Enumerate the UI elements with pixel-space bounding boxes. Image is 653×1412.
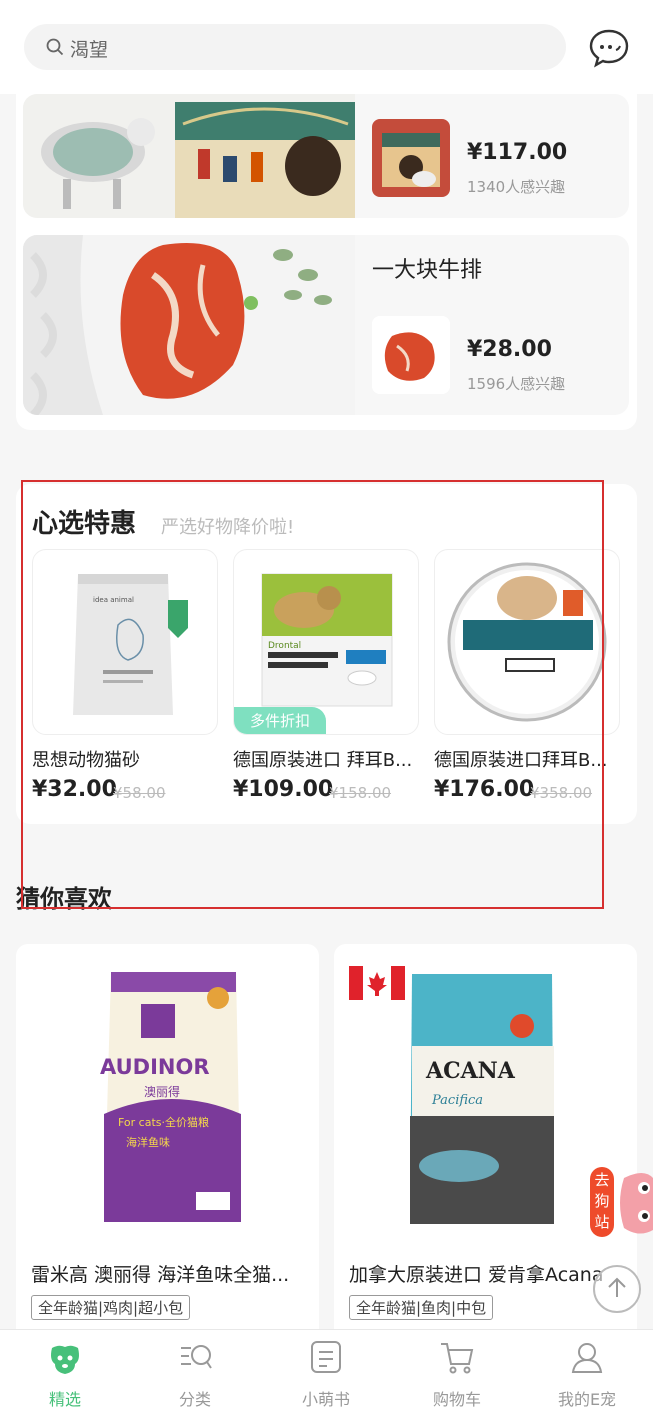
recommend-item-tag: 全年龄猫|鱼肉|中包 (349, 1295, 494, 1320)
category-icon (181, 1345, 212, 1369)
product-row[interactable]: 一大块牛排 ¥28.00 1596人感兴趣 (23, 235, 629, 415)
deal-item-original-price: ¥358.00 (530, 784, 593, 802)
recommend-card[interactable]: ACANA Pacifica 加拿大原装进口 爱肯拿Acana 全年龄猫|鱼肉|… (334, 944, 637, 1344)
deals-title: 心选特惠 (32, 509, 137, 539)
interest-count: 1596人感兴趣 (467, 375, 566, 393)
deal-badge: 多件折扣 (234, 707, 327, 734)
steak-toy-image (23, 235, 355, 415)
deal-item-name: 德国原装进口拜耳B... (434, 750, 608, 771)
search-icon (46, 38, 64, 56)
go-dog-station-button[interactable]: 去狗站 (590, 1167, 614, 1237)
product-price: ¥28.00 (467, 337, 552, 362)
deal-item-name: 德国原装进口 拜耳B... (233, 750, 413, 771)
tab-featured[interactable]: 精选 (0, 1330, 130, 1412)
deals-subtitle: 严选好物降价啦! (161, 517, 295, 538)
product-title: 一大块牛排 (372, 258, 483, 283)
deal-item-price: ¥176.00 (434, 777, 535, 802)
recommend-item-name: 雷米高 澳丽得 海洋鱼味全猫... (31, 1264, 290, 1286)
svg-text:Drontal: Drontal (268, 641, 301, 651)
tab-cart[interactable]: 购物车 (392, 1330, 522, 1412)
product-thumbnail (372, 316, 450, 394)
tab-category[interactable]: 分类 (130, 1330, 260, 1412)
top-bar: 渴望 (0, 0, 653, 94)
deal-item-image[interactable] (434, 549, 620, 735)
tab-label: 小萌书 (301, 1390, 350, 1409)
svg-text:idea animal: idea animal (93, 596, 134, 604)
tab-label: 我的E宠 (557, 1390, 617, 1409)
audinor-bag-image: AUDINOR 澳丽得 For cats·全价猫粮 海洋鱼味 (100, 972, 241, 1222)
for-cats-text: For cats·全价猫粮 (118, 1115, 209, 1129)
sub-text: Pacifica (431, 1093, 483, 1108)
brand-cn-text: 澳丽得 (144, 1084, 180, 1099)
deal-item-image[interactable]: idea animal (32, 549, 218, 735)
deal-item-original-price: ¥58.00 (113, 784, 166, 802)
arrow-up-icon (608, 1277, 626, 1297)
tab-label: 精选 (48, 1390, 81, 1409)
deal-item-name: 思想动物猫砂 (32, 750, 140, 771)
bottom-tab-bar: 精选 分类 小萌书 购物车 我的E宠 (0, 1329, 653, 1412)
product-row[interactable]: ¥117.00 1340人感兴趣 (23, 94, 629, 218)
tab-label: 分类 (178, 1390, 211, 1409)
mascot-icon[interactable] (614, 1168, 653, 1238)
deal-item-price: ¥109.00 (233, 777, 334, 802)
tab-profile[interactable]: 我的E宠 (522, 1330, 652, 1412)
guess-title: 猜你喜欢 (16, 885, 112, 913)
recommend-item-name: 加拿大原装进口 爱肯拿Acana (349, 1264, 604, 1286)
canada-flag-icon (349, 966, 405, 1000)
notebook-icon (311, 1341, 341, 1373)
product-thumbnail (372, 119, 450, 197)
recommend-item-tag: 全年龄猫|鸡肉|超小包 (31, 1295, 191, 1320)
go-dog-station-label: 去狗站 (594, 1171, 610, 1231)
acana-bag-image: ACANA Pacifica (410, 974, 554, 1224)
deal-item-price: ¥32.00 (32, 777, 117, 802)
recommend-card[interactable]: AUDINOR 澳丽得 For cats·全价猫粮 海洋鱼味 雷米高 澳丽得 海… (16, 944, 319, 1344)
search-input[interactable]: 渴望 (24, 24, 566, 70)
deal-item-image[interactable]: Drontal 多件折扣 (233, 549, 419, 735)
back-to-top-button[interactable] (593, 1265, 641, 1313)
flavor-text: 海洋鱼味 (126, 1135, 170, 1149)
brand-text: ACANA (425, 1058, 516, 1084)
cat-house-image (23, 94, 355, 218)
tab-label: 购物车 (432, 1390, 481, 1409)
dog-face-icon (51, 1345, 79, 1374)
deal-item-original-price: ¥158.00 (329, 784, 392, 802)
interest-count: 1340人感兴趣 (467, 178, 566, 196)
tab-notebook[interactable]: 小萌书 (261, 1330, 391, 1412)
profile-icon (571, 1343, 603, 1373)
search-placeholder: 渴望 (70, 39, 109, 61)
chat-bubble-icon[interactable] (588, 28, 630, 68)
cart-icon (441, 1343, 474, 1374)
brand-text: AUDINOR (100, 1055, 210, 1079)
product-price: ¥117.00 (467, 140, 568, 165)
